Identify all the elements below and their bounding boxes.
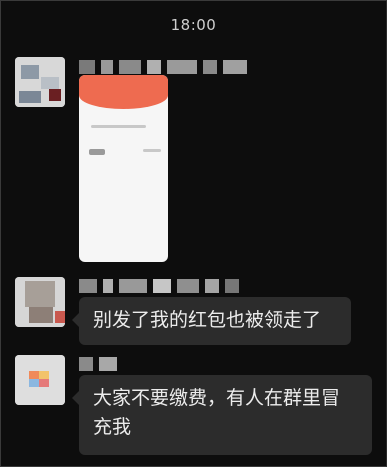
avatar[interactable] [15,355,65,405]
text-message-bubble[interactable]: 大家不要缴费，有人在群里冒充我 [72,375,372,455]
message-timestamp: 18:00 [170,16,217,34]
red-packet-header [79,75,168,109]
sender-name-blurred [79,279,239,293]
message-text: 大家不要缴费，有人在群里冒充我 [93,387,341,438]
sender-name-blurred [79,357,119,371]
avatar[interactable] [15,57,65,107]
message-text: 别发了我的红包也被领走了 [93,309,322,331]
sender-name-blurred [79,60,247,74]
avatar[interactable] [15,277,65,327]
text-message-bubble[interactable]: 别发了我的红包也被领走了 [72,297,351,345]
image-message[interactable] [79,75,168,262]
